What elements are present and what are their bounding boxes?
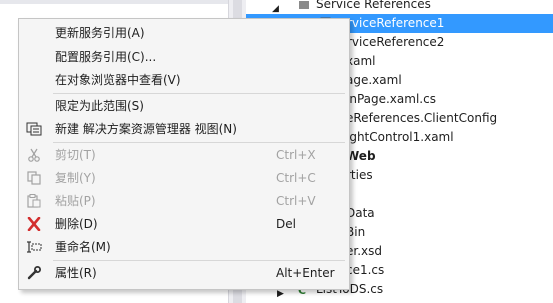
tree-item-label: age.xaml (346, 73, 402, 87)
menu-item-copy[interactable]: 复制(Y) Ctrl+C (19, 167, 349, 189)
tree-item-label: ightControl1.xaml (346, 130, 454, 144)
menu-item-label: 限定为此范围(S) (55, 99, 144, 113)
left-pane-header (0, 0, 228, 4)
menu-item-paste[interactable]: 粘贴(P) Ctrl+V (19, 190, 349, 212)
menu-separator (53, 93, 345, 94)
tree-item-label: er.xsd (346, 244, 382, 258)
menu-item-label: 重命名(M) (55, 240, 111, 254)
tree-item-label: xaml (346, 54, 376, 68)
menu-item-update-service-reference[interactable]: 更新服务引用(A) (19, 22, 349, 44)
menu-item-new-solution-explorer-view[interactable]: 新建 解决方案资源管理器 视图(N) (19, 118, 349, 140)
menu-item-label: 粘贴(P) (55, 194, 96, 208)
menu-item-label: 删除(D) (55, 217, 98, 231)
shortcut-label: Del (276, 217, 296, 231)
menu-item-label: 属性(R) (55, 266, 97, 280)
menu-item-delete[interactable]: 删除(D) Del (19, 213, 349, 235)
tree-item-label: Data (346, 206, 375, 220)
shortcut-label: Ctrl+X (276, 148, 316, 162)
menu-item-label: 新建 解决方案资源管理器 视图(N) (55, 122, 237, 136)
menu-item-configure-service-reference[interactable]: 配置服务引用(C)... (19, 46, 349, 68)
paste-icon (27, 194, 41, 208)
shortcut-label: Alt+Enter (276, 266, 335, 280)
copy-icon (27, 171, 41, 185)
menu-item-label: 配置服务引用(C)... (55, 50, 157, 64)
shortcut-label: Ctrl+C (276, 171, 316, 185)
menu-item-cut[interactable]: 剪切(T) Ctrl+X (19, 144, 349, 166)
shortcut-label: Ctrl+V (276, 194, 316, 208)
wrench-icon (27, 266, 41, 280)
folder-icon (299, 1, 309, 9)
tree-item-service-references[interactable]: ◢ Service References (246, 0, 553, 14)
menu-item-label: 复制(Y) (55, 171, 96, 185)
context-menu: 更新服务引用(A) 配置服务引用(C)... 在对象浏览器中查看(V) 限定为此… (18, 18, 350, 290)
scissors-icon (28, 148, 40, 162)
menu-item-label: 更新服务引用(A) (55, 26, 145, 40)
menu-item-view-in-object-browser[interactable]: 在对象浏览器中查看(V) (19, 69, 349, 91)
menu-separator (53, 142, 345, 143)
tree-item-label: ce1.cs (346, 263, 385, 277)
delete-x-icon (27, 217, 41, 231)
tree-item-label: Web (346, 149, 376, 163)
tree-item-label: Service References (316, 0, 431, 11)
menu-item-rename[interactable]: 重命名(M) (19, 236, 349, 258)
menu-item-properties[interactable]: 属性(R) Alt+Enter (19, 262, 349, 284)
menu-item-label: 在对象浏览器中查看(V) (55, 73, 181, 87)
new-view-icon (26, 122, 42, 136)
tree-item-label: eReferences.ClientConfig (346, 111, 498, 125)
menu-separator (53, 260, 345, 261)
menu-item-scope-to-this[interactable]: 限定为此范围(S) (19, 95, 349, 117)
tree-item-label: inPage.xaml.cs (346, 92, 436, 106)
rename-icon (27, 241, 42, 253)
menu-item-label: 剪切(T) (55, 148, 96, 162)
